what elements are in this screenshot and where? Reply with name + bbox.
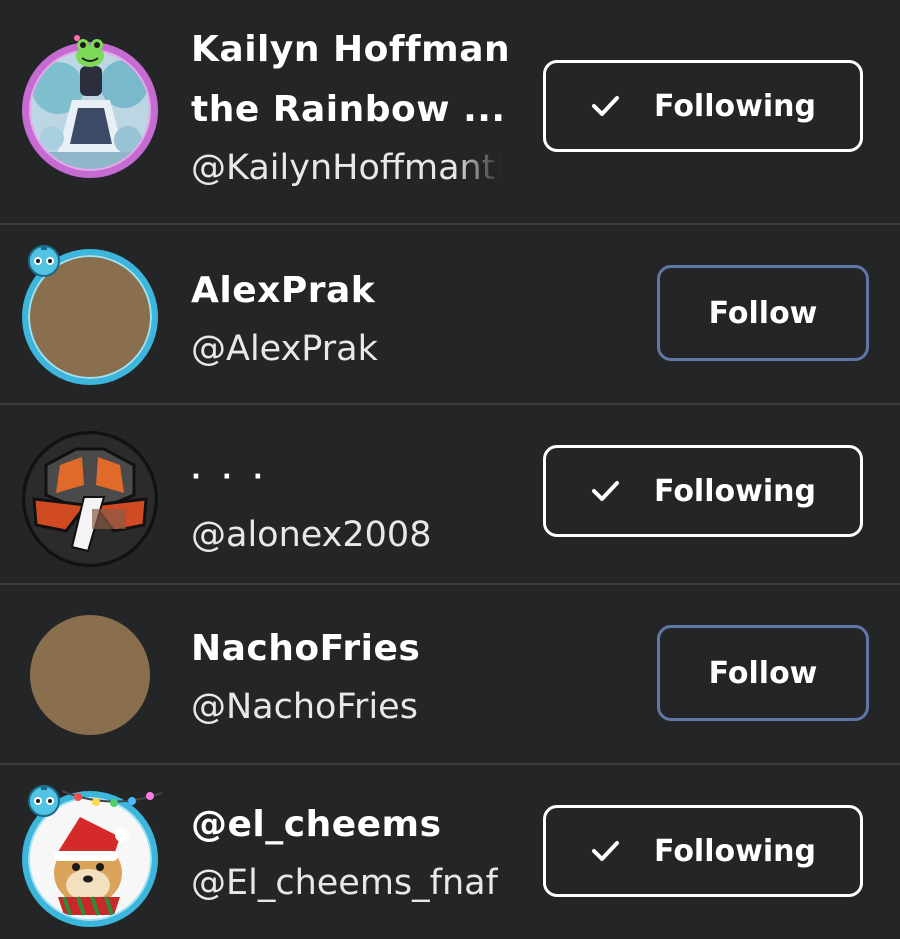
avatar[interactable] (22, 245, 158, 385)
list-item[interactable]: Kailyn Hoffman the Rainbow ... @KailynHo… (0, 0, 900, 225)
display-name[interactable]: · · · (191, 447, 431, 507)
list-item[interactable]: NachoFries @NachoFries Follow (0, 585, 900, 765)
following-button-label: Following (654, 833, 816, 869)
display-name[interactable]: NachoFries (191, 619, 420, 679)
following-button[interactable]: Following (543, 445, 863, 537)
username-handle: @AlexPrak (191, 329, 378, 369)
following-button[interactable]: Following (543, 60, 863, 152)
user-names: @el_cheems @El_cheems_fnaf (191, 795, 498, 911)
checkmark-icon (590, 91, 620, 121)
avatar[interactable] (22, 35, 158, 178)
follow-button[interactable]: Follow (657, 625, 869, 721)
user-names: NachoFries @NachoFries (191, 619, 420, 735)
list-item[interactable]: AlexPrak @AlexPrak Follow (0, 225, 900, 405)
username-handle: @KailynHoffmanth (191, 148, 501, 188)
username-handle: @alonex2008 (191, 515, 432, 555)
list-item[interactable]: @el_cheems @El_cheems_fnaf Following (0, 765, 900, 939)
robot-badge-icon (26, 783, 62, 819)
following-button-label: Following (654, 473, 816, 509)
avatar[interactable] (22, 785, 163, 927)
robot-badge-icon (26, 243, 62, 279)
list-item[interactable]: · · · @alonex2008 Following (0, 405, 900, 585)
user-names: · · · @alonex2008 (191, 447, 431, 563)
user-names: AlexPrak @AlexPrak (191, 261, 378, 377)
string-lights-icon (61, 781, 163, 817)
checkmark-icon (590, 836, 620, 866)
username-handle: @NachoFries (191, 687, 418, 727)
follow-button-label: Follow (708, 655, 818, 691)
display-name[interactable]: @el_cheems (191, 795, 498, 855)
user-names: Kailyn Hoffman the Rainbow ... @KailynHo… (191, 20, 511, 196)
frog-badge-icon (72, 34, 108, 70)
display-name[interactable]: AlexPrak (191, 261, 378, 321)
follow-button-label: Follow (708, 295, 818, 331)
user-list: Kailyn Hoffman the Rainbow ... @KailynHo… (0, 0, 900, 939)
avatar[interactable] (22, 431, 158, 567)
following-button[interactable]: Following (543, 805, 863, 897)
avatar[interactable] (22, 607, 158, 743)
checkmark-icon (590, 476, 620, 506)
following-button-label: Following (654, 88, 816, 124)
username-handle: @El_cheems_fnaf (191, 863, 498, 903)
follow-button[interactable]: Follow (657, 265, 869, 361)
avatar-frame (22, 431, 158, 567)
avatar-image (30, 615, 150, 735)
display-name[interactable]: Kailyn Hoffman the Rainbow ... (191, 20, 511, 140)
